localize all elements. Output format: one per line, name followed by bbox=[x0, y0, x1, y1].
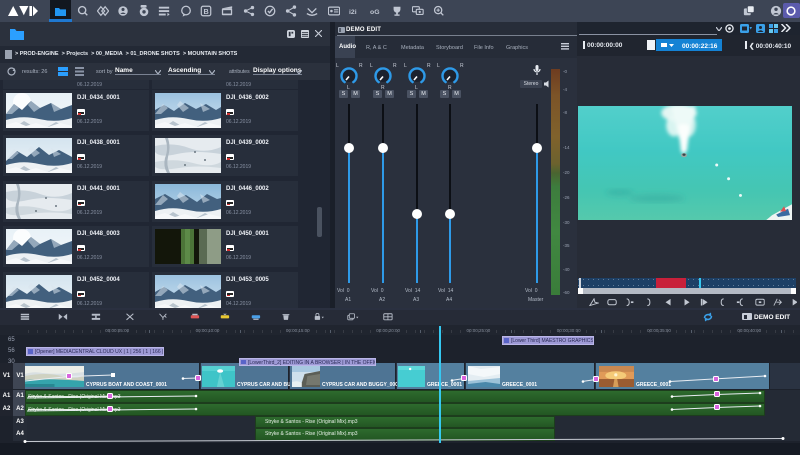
svg-text:oG: oG bbox=[370, 9, 380, 16]
svg-text:B: B bbox=[203, 7, 208, 16]
svg-text:i2i: i2i bbox=[349, 9, 357, 16]
